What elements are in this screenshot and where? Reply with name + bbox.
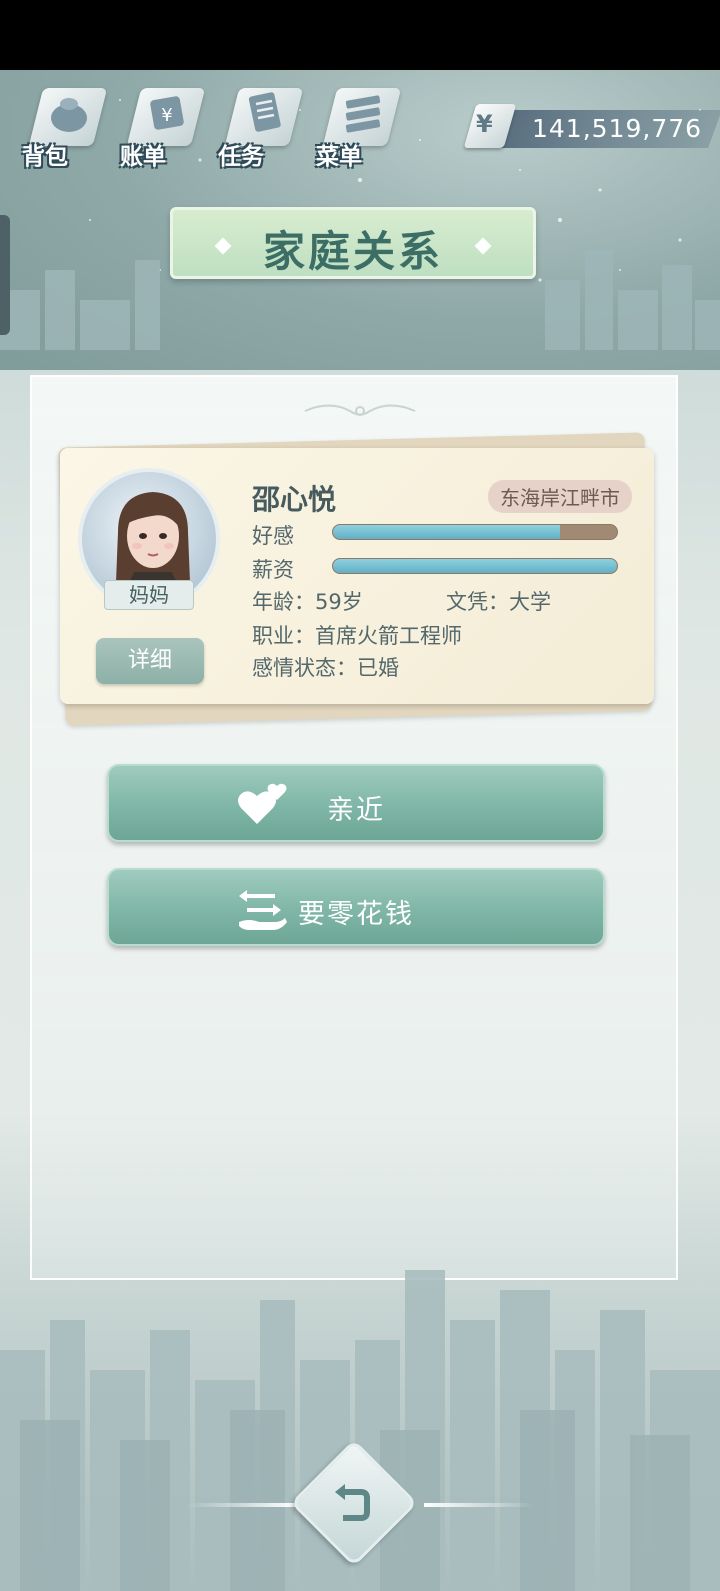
approach-button[interactable]: 亲近: [107, 764, 605, 842]
menu-icon: [345, 95, 381, 133]
nav-bill-button[interactable]: ¥ 账单: [116, 82, 206, 172]
ornament-divider: [304, 404, 416, 416]
salary-bar-fill: [333, 559, 617, 573]
svg-text:¥: ¥: [161, 105, 172, 126]
detail-button[interactable]: 详细: [96, 638, 204, 684]
favor-label: 好感: [252, 524, 294, 548]
top-nav: 背包 ¥ 账单 任务 菜单: [18, 82, 418, 172]
pocket-money-button[interactable]: 要零花钱: [107, 868, 605, 946]
page-title-plate: 家庭关系: [170, 207, 536, 279]
member-name: 邵心悦: [252, 483, 337, 516]
education-info: 文凭：大学: [446, 590, 551, 614]
nav-menu-button[interactable]: 菜单: [312, 82, 402, 172]
favor-bar-fill: [333, 525, 561, 539]
job-info: 职业：首席火箭工程师: [252, 624, 462, 648]
family-member-card: 妈妈 详细 邵心悦 东海岸江畔市 好感 薪资 年龄：59岁 文凭：大学 职业：首…: [60, 448, 654, 704]
nav-bill-label: 账单: [120, 144, 166, 170]
bag-icon: [51, 98, 87, 132]
divider-line: [424, 1503, 534, 1507]
money-display: ¥ 141,519,776: [460, 104, 720, 148]
approach-label: 亲近: [327, 795, 385, 826]
pocket-money-label: 要零花钱: [298, 899, 414, 930]
relationship-info: 感情状态：已婚: [252, 656, 399, 680]
nav-task-label: 任务: [218, 144, 264, 170]
salary-bar: [332, 558, 618, 574]
nav-task-button[interactable]: 任务: [214, 82, 304, 172]
salary-label: 薪资: [252, 558, 294, 582]
age-info: 年龄：59岁: [252, 590, 363, 614]
nav-bag-button[interactable]: 背包: [18, 82, 108, 172]
bill-icon: ¥: [150, 96, 184, 130]
money-value: 141,519,776: [532, 114, 703, 143]
nav-menu-label: 菜单: [316, 144, 362, 170]
favor-bar: [332, 524, 618, 540]
side-drawer-handle[interactable]: [0, 215, 10, 335]
nav-bag-label: 背包: [22, 144, 68, 170]
divider-line: [186, 1503, 296, 1507]
currency-symbol: ¥: [476, 110, 493, 138]
back-arrow-icon: [335, 1484, 370, 1521]
task-icon: [248, 92, 281, 132]
relation-label: 妈妈: [104, 580, 194, 610]
location-badge: 东海岸江畔市: [488, 480, 632, 513]
status-bar: [0, 0, 720, 70]
